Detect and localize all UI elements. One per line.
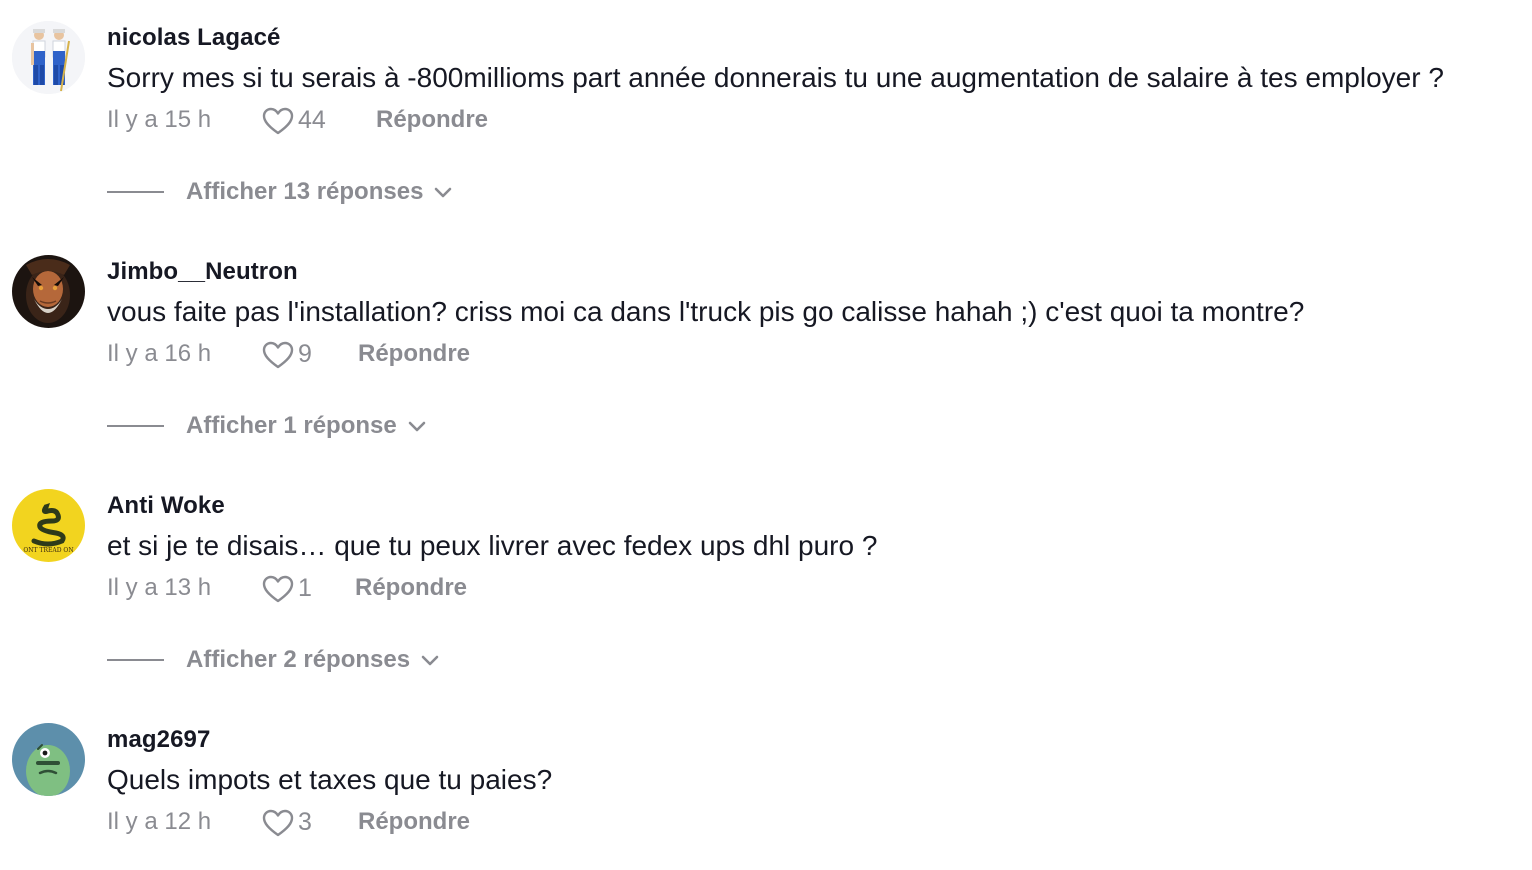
view-replies-button[interactable]: Afficher 1 réponse (107, 412, 427, 440)
comment-username[interactable]: mag2697 (107, 726, 210, 754)
avatar[interactable] (12, 21, 85, 94)
chevron-down-icon (408, 421, 426, 432)
reply-button[interactable]: Répondre (358, 808, 470, 836)
reply-button[interactable]: Répondre (376, 106, 488, 134)
heart-icon (262, 575, 294, 602)
comment-timestamp: Il y a 15 h (107, 106, 212, 133)
comment-text: et si je te disais… que tu peux livrer a… (107, 530, 878, 561)
view-replies-button[interactable]: Afficher 13 réponses (107, 178, 453, 206)
heart-icon (262, 809, 294, 836)
replies-divider (107, 425, 164, 427)
comment-text: Sorry mes si tu serais à -800millioms pa… (107, 62, 1444, 93)
two-workers-avatar-icon (12, 21, 85, 94)
view-replies-button[interactable]: Afficher 2 réponses (107, 646, 440, 674)
like-button[interactable]: 3 (262, 808, 312, 837)
avatar[interactable] (12, 255, 85, 328)
chevron-down-icon (421, 655, 439, 666)
bearded-man-avatar-icon (12, 255, 85, 328)
heart-icon (262, 341, 294, 368)
view-replies-label: Afficher 13 réponses (186, 178, 424, 205)
like-count: 3 (298, 808, 312, 836)
replies-divider (107, 191, 164, 193)
comment-timestamp: Il y a 16 h (107, 340, 212, 367)
like-count: 1 (298, 574, 312, 602)
comment-text: Quels impots et taxes que tu paies? (107, 764, 553, 795)
view-replies-label: Afficher 2 réponses (186, 646, 411, 673)
comment-username[interactable]: nicolas Lagacé (107, 24, 280, 52)
comment-timestamp: Il y a 13 h (107, 574, 212, 601)
comment-username[interactable]: Jimbo__Neutron (107, 258, 298, 286)
like-button[interactable]: 9 (262, 340, 312, 369)
comment-text: vous faite pas l'installation? criss moi… (107, 296, 1305, 327)
like-count: 44 (298, 106, 326, 134)
chevron-down-icon (435, 187, 452, 198)
avatar[interactable] (12, 723, 85, 796)
reply-button[interactable]: Répondre (355, 574, 467, 602)
replies-divider (107, 659, 164, 661)
heart-icon (262, 107, 294, 134)
like-count: 9 (298, 340, 312, 368)
gadsden-snake-flag-avatar-icon: ONT TREAD ON (12, 489, 85, 562)
comment-timestamp: Il y a 12 h (107, 808, 212, 835)
avatar[interactable]: ONT TREAD ON (12, 489, 85, 562)
view-replies-label: Afficher 1 réponse (186, 412, 397, 439)
reply-button[interactable]: Répondre (358, 340, 470, 368)
comment-username[interactable]: Anti Woke (107, 492, 225, 520)
like-button[interactable]: 44 (262, 106, 326, 135)
green-character-avatar-icon (12, 723, 85, 796)
like-button[interactable]: 1 (262, 574, 312, 603)
avatar-flag-text: ONT TREAD ON (23, 547, 73, 554)
